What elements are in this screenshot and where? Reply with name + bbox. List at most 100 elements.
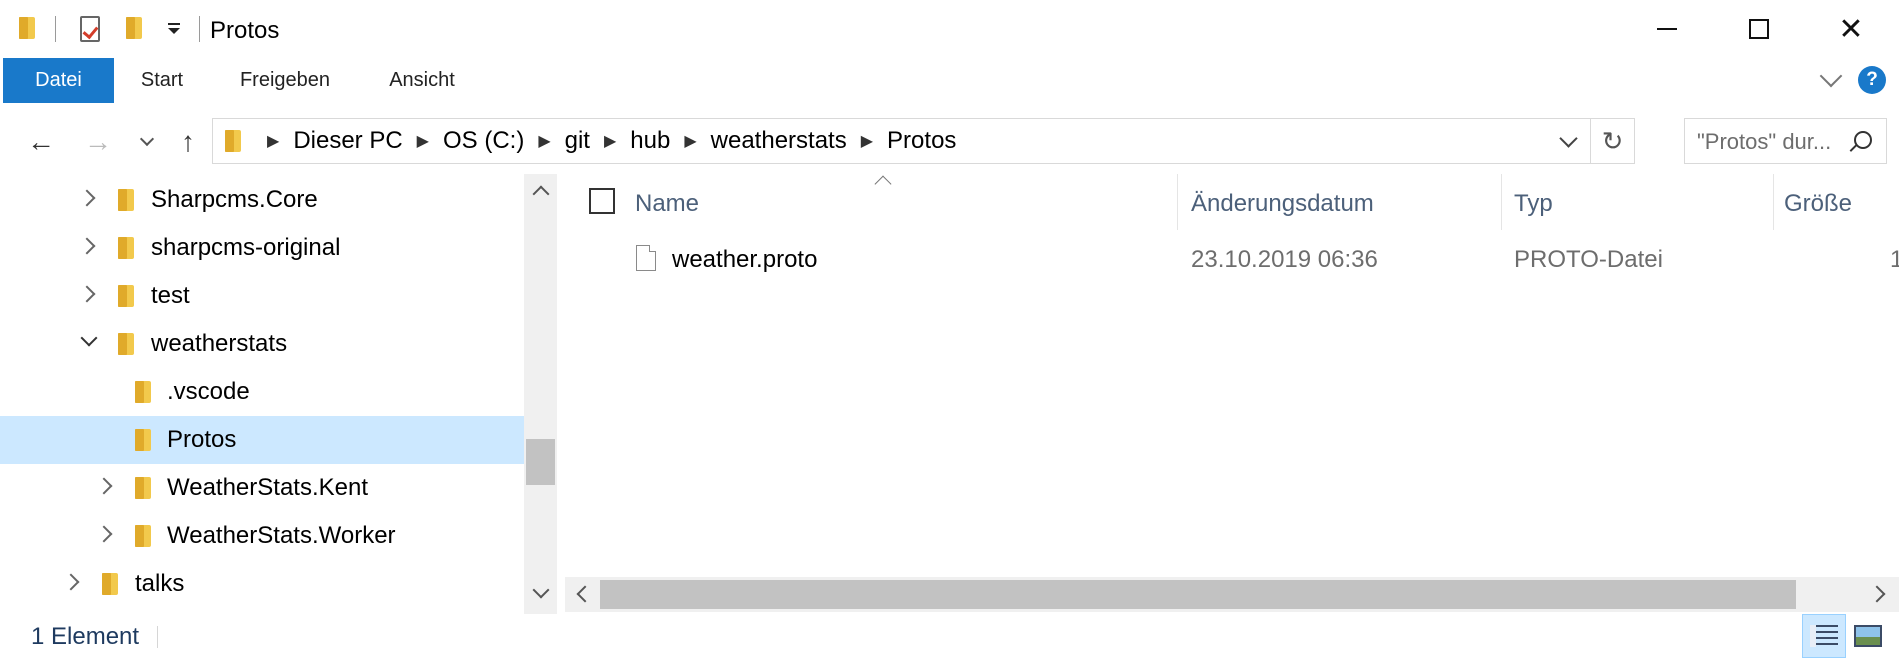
tree-item-selected[interactable]: Protos	[0, 416, 524, 464]
chevron-down-icon[interactable]	[80, 329, 98, 347]
breadcrumb-item[interactable]: OS (C:)	[443, 127, 524, 155]
column-header-type[interactable]: Typ	[1514, 190, 1553, 218]
properties-check-icon[interactable]	[80, 16, 100, 42]
search-box[interactable]	[1684, 118, 1887, 164]
tab-view[interactable]: Ansicht	[377, 58, 467, 103]
scroll-down-icon[interactable]	[532, 581, 550, 599]
chevron-right-icon[interactable]	[95, 525, 113, 543]
window-title: Protos	[210, 17, 280, 44]
chevron-right-icon[interactable]	[78, 237, 96, 255]
maximize-button[interactable]	[1713, 0, 1805, 58]
minimize-button[interactable]	[1621, 0, 1713, 58]
tree-item[interactable]: test	[0, 272, 524, 320]
breadcrumb: ▶ Dieser PC ▶ OS (C:) ▶ git ▶ hub ▶ weat…	[253, 119, 956, 163]
large-icons-view-button[interactable]	[1846, 614, 1890, 658]
file-modified: 23.10.2019 06:36	[1191, 246, 1378, 273]
search-input[interactable]	[1697, 129, 1847, 155]
tree-item-label: WeatherStats.Worker	[167, 522, 396, 549]
back-button[interactable]: ←	[21, 122, 61, 162]
chevron-down-icon	[139, 131, 155, 147]
status-divider	[157, 626, 158, 648]
folder-icon	[118, 333, 134, 355]
column-divider[interactable]	[1773, 174, 1774, 230]
scroll-left-icon[interactable]	[576, 585, 594, 603]
breadcrumb-separator-icon[interactable]: ▶	[417, 131, 429, 151]
address-bar[interactable]: ▶ Dieser PC ▶ OS (C:) ▶ git ▶ hub ▶ weat…	[212, 118, 1635, 164]
folder-icon	[102, 573, 118, 595]
column-header-size[interactable]: Größe	[1784, 190, 1852, 218]
horizontal-scrollbar[interactable]	[565, 577, 1899, 612]
tree-item-label: talks	[135, 570, 185, 597]
details-view-icon	[1810, 625, 1838, 647]
tab-file[interactable]: Datei	[3, 58, 114, 103]
address-row: ← → ↑ ▶ Dieser PC ▶ OS (C:) ▶ git ▶ hub …	[0, 108, 1899, 174]
chevron-right-icon[interactable]	[95, 477, 113, 495]
breadcrumb-separator-icon[interactable]: ▶	[861, 131, 873, 151]
column-divider[interactable]	[1177, 174, 1178, 230]
column-header-row: Name Änderungsdatum Typ Größe	[565, 174, 1899, 230]
file-icon	[636, 245, 656, 271]
breadcrumb-item[interactable]: weatherstats	[711, 127, 847, 155]
search-icon[interactable]	[1854, 131, 1872, 149]
status-bar: 1 Element	[0, 614, 1899, 659]
folder-icon	[118, 189, 134, 211]
breadcrumb-separator-icon[interactable]: ▶	[684, 131, 696, 151]
ribbon: Datei Start Freigeben Ansicht ?	[0, 58, 1899, 106]
column-divider[interactable]	[1501, 174, 1502, 230]
forward-button[interactable]: →	[78, 122, 118, 162]
folder-icon	[135, 429, 151, 451]
details-view-button[interactable]	[1802, 614, 1846, 658]
sort-ascending-icon	[874, 175, 892, 193]
tree-item-label: .vscode	[167, 378, 250, 405]
chevron-right-icon[interactable]	[78, 189, 96, 207]
refresh-icon: ↻	[1601, 125, 1624, 156]
recent-locations-button[interactable]	[127, 122, 167, 162]
close-icon: ✕	[1838, 11, 1864, 47]
tree-item[interactable]: talks	[0, 560, 524, 608]
tree-item[interactable]: .vscode	[0, 368, 524, 416]
tree-item[interactable]: weatherstats	[0, 320, 524, 368]
address-history-button[interactable]	[1550, 119, 1586, 163]
folder-icon	[19, 17, 35, 39]
tab-share[interactable]: Freigeben	[230, 58, 340, 103]
scrollbar-thumb[interactable]	[526, 439, 555, 485]
breadcrumb-separator-icon[interactable]: ▶	[604, 131, 616, 151]
breadcrumb-item[interactable]: git	[565, 127, 590, 155]
folder-icon	[225, 130, 241, 152]
navigation-scrollbar[interactable]	[524, 174, 557, 614]
column-header-name[interactable]: Name	[635, 190, 699, 218]
breadcrumb-item[interactable]: Dieser PC	[293, 127, 402, 155]
expand-ribbon-icon[interactable]	[1819, 64, 1843, 88]
tree-item[interactable]: sharpcms-original	[0, 224, 524, 272]
tree-item-label: Sharpcms.Core	[151, 186, 318, 213]
navigation-pane: Sharpcms.Core sharpcms-original test wea…	[0, 174, 524, 614]
tree-item[interactable]: WeatherStats.Kent	[0, 464, 524, 512]
file-name: weather.proto	[672, 246, 818, 273]
up-button[interactable]: ↑	[168, 122, 208, 162]
chevron-right-icon[interactable]	[78, 285, 96, 303]
close-button[interactable]: ✕	[1805, 0, 1897, 58]
tree-item-label: test	[151, 282, 190, 309]
breadcrumb-item[interactable]: Protos	[887, 127, 956, 155]
large-icons-view-icon	[1854, 625, 1882, 647]
folder-icon	[135, 381, 151, 403]
tree-item[interactable]: WeatherStats.Worker	[0, 512, 524, 560]
new-folder-icon[interactable]	[126, 17, 142, 39]
help-icon[interactable]: ?	[1858, 66, 1886, 94]
table-row[interactable]: weather.proto 23.10.2019 06:36 PROTO-Dat…	[565, 236, 1899, 284]
customize-toolbar-dropdown-icon[interactable]	[168, 23, 180, 34]
folder-icon	[135, 525, 151, 547]
minimize-icon	[1657, 28, 1677, 30]
tab-home[interactable]: Start	[126, 58, 198, 103]
refresh-button[interactable]: ↻	[1590, 119, 1634, 163]
scrollbar-thumb[interactable]	[600, 580, 1796, 609]
tree-item[interactable]: Sharpcms.Core	[0, 176, 524, 224]
scroll-up-icon[interactable]	[532, 185, 550, 203]
scroll-right-icon[interactable]	[1868, 585, 1886, 603]
breadcrumb-separator-icon[interactable]: ▶	[538, 131, 550, 151]
select-all-checkbox[interactable]	[589, 188, 615, 214]
column-header-modified[interactable]: Änderungsdatum	[1191, 190, 1374, 218]
breadcrumb-item[interactable]: hub	[630, 127, 670, 155]
breadcrumb-separator-icon[interactable]: ▶	[267, 131, 279, 151]
chevron-right-icon[interactable]	[62, 573, 80, 591]
